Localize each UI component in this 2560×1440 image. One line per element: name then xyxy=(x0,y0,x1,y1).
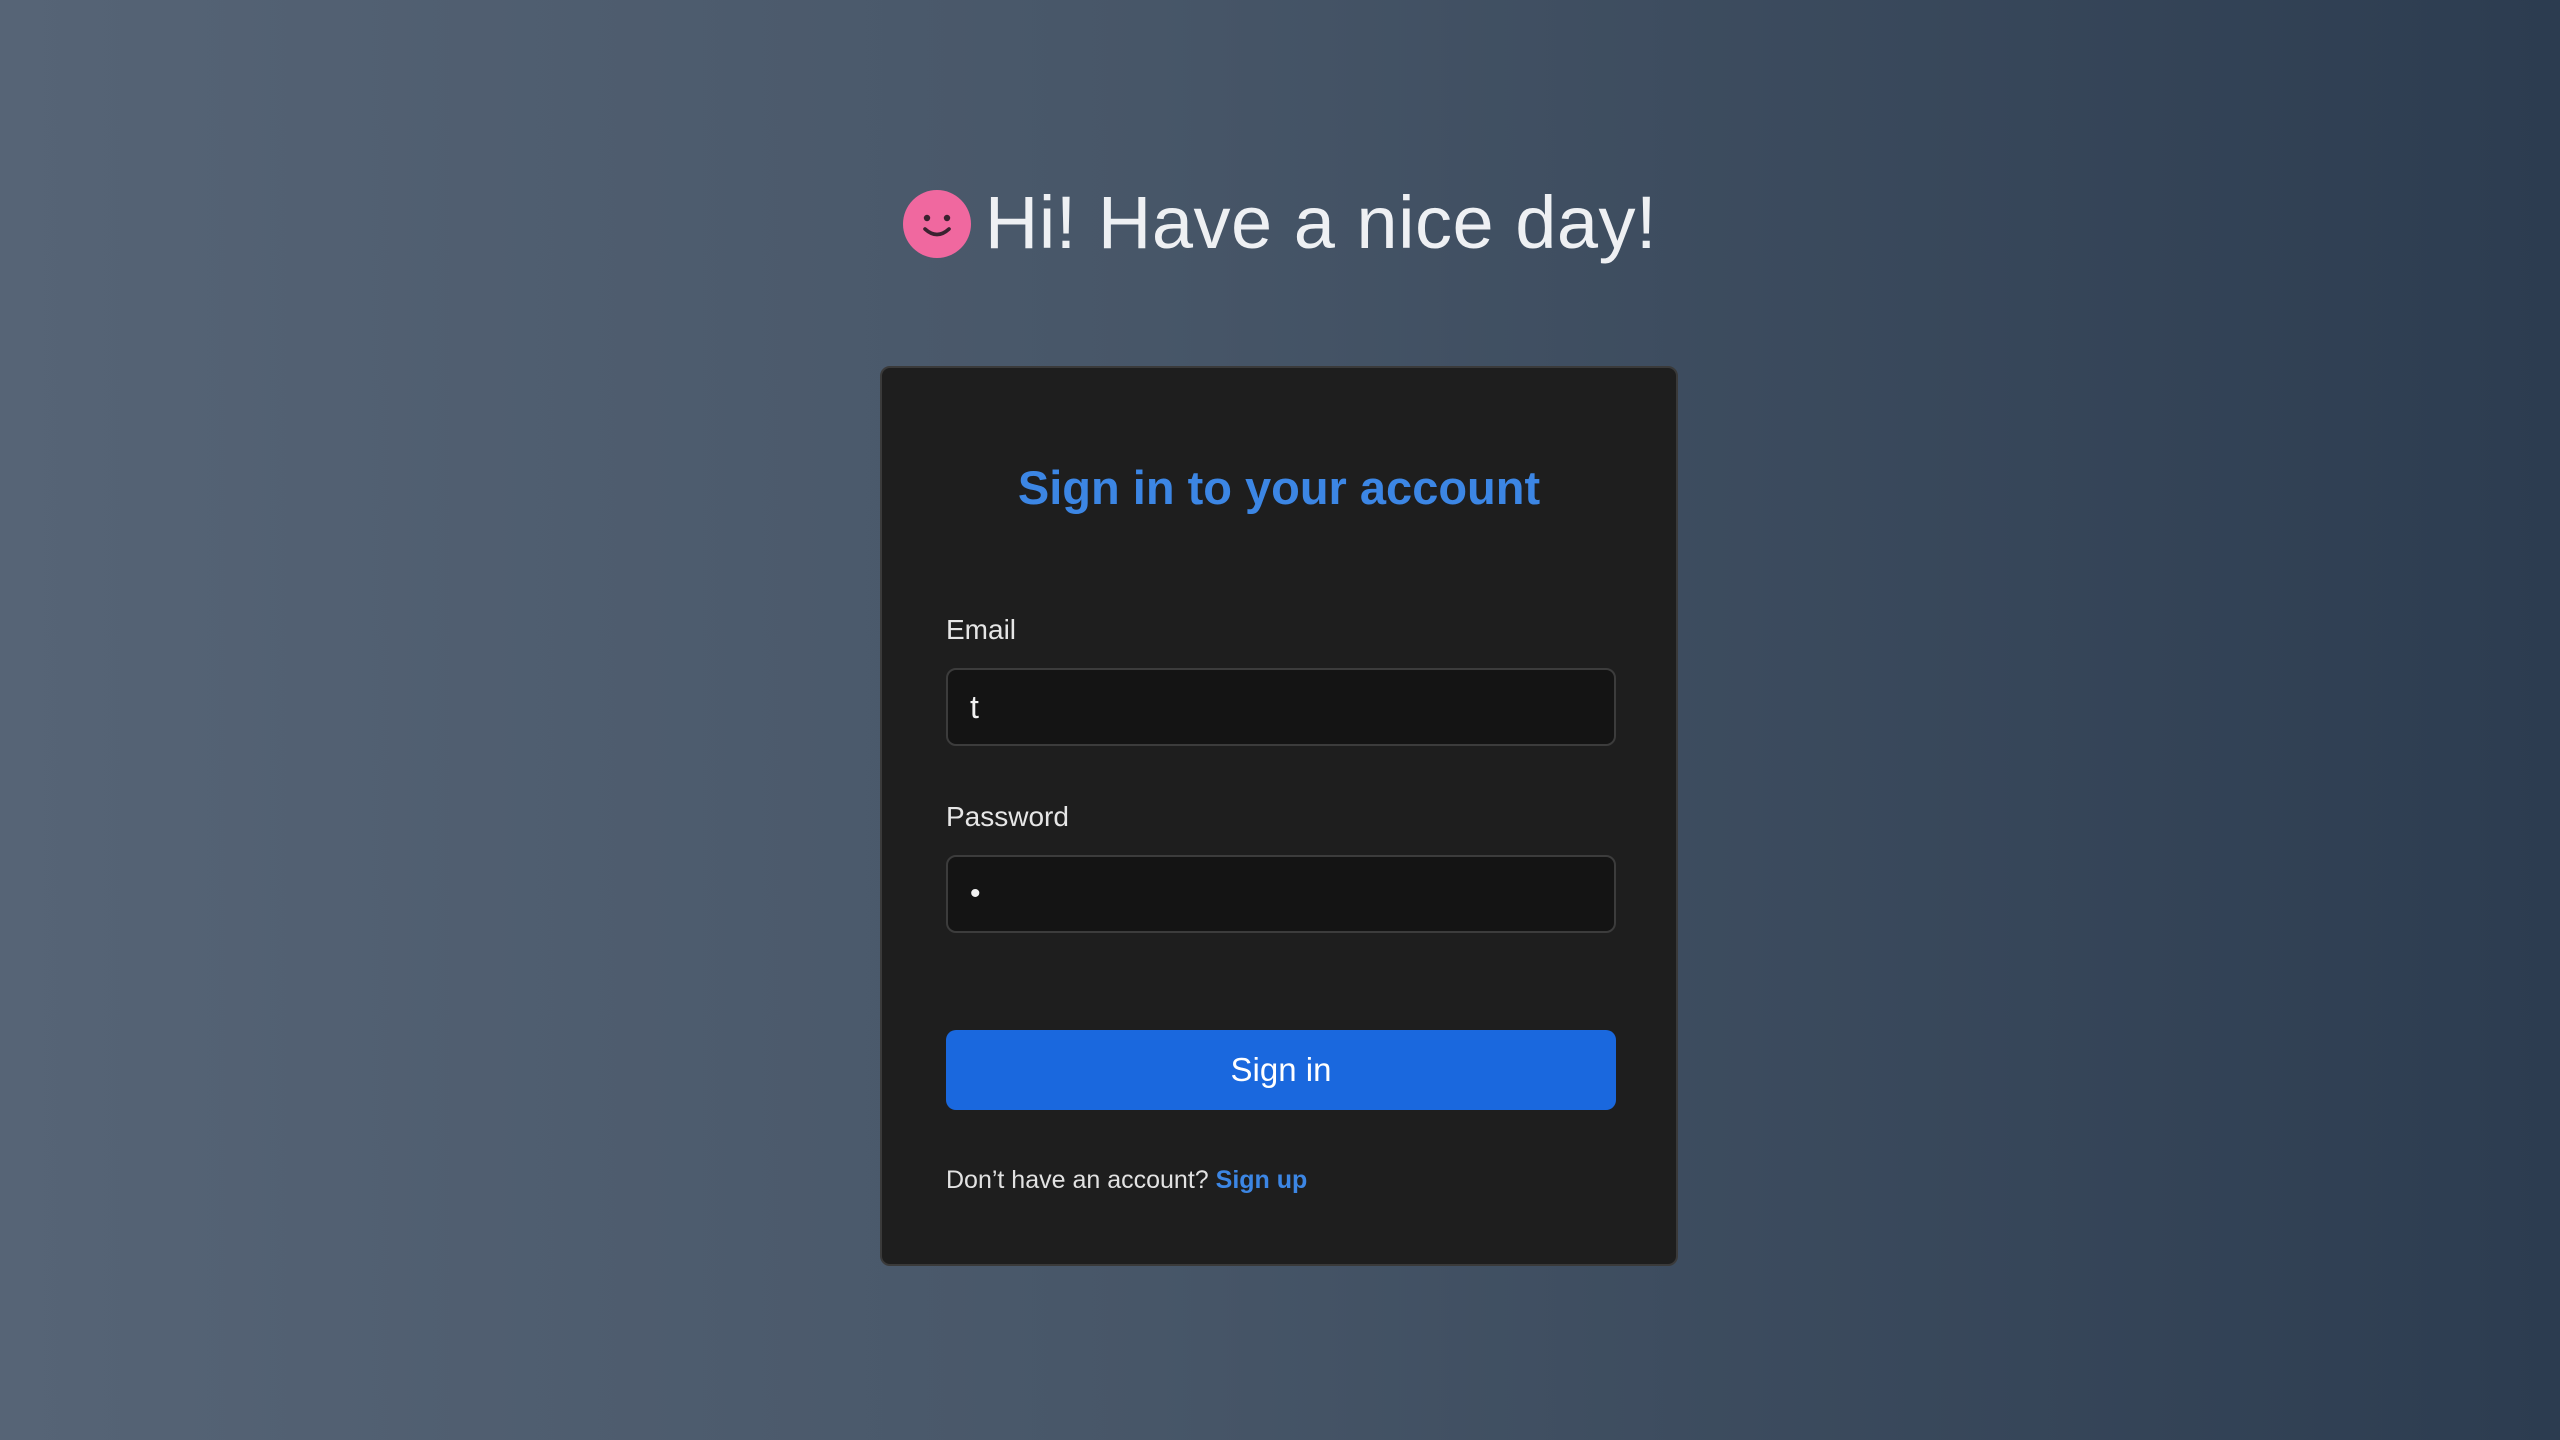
sign-up-link[interactable]: Sign up xyxy=(1216,1166,1308,1194)
signup-prompt-text: Don’t have an account? xyxy=(946,1166,1209,1194)
email-label: Email xyxy=(946,614,1017,645)
password-label: Password xyxy=(946,801,1069,832)
email-input-value: t xyxy=(970,688,979,725)
smiley-face-icon xyxy=(902,190,971,258)
email-input[interactable]: t xyxy=(946,668,1616,746)
login-card: Sign in to your account Email t Password… xyxy=(880,366,1678,1266)
password-input-value: • xyxy=(970,877,981,910)
sign-in-button[interactable]: Sign in xyxy=(946,1030,1616,1110)
signup-prompt: Don’t have an account? Sign up xyxy=(946,1166,1307,1195)
password-input[interactable]: • xyxy=(946,855,1616,933)
page-headline: Hi! Have a nice day! xyxy=(0,172,2560,272)
headline-text: Hi! Have a nice day! xyxy=(984,180,1658,264)
card-title: Sign in to your account xyxy=(1017,461,1541,514)
